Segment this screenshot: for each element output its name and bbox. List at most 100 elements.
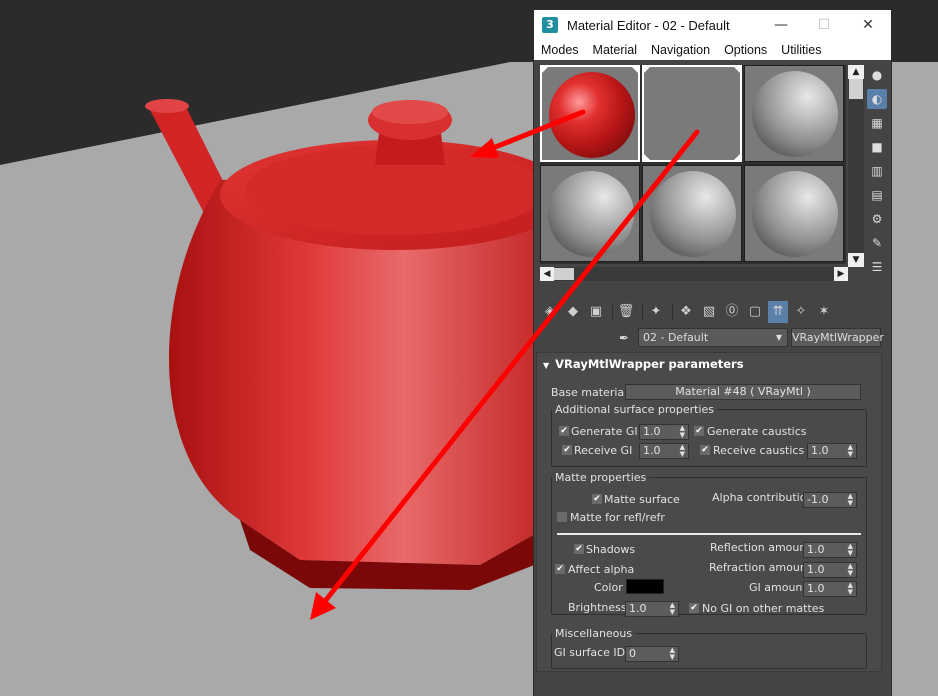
generate-gi-checkbox[interactable]: ✔ [559, 426, 569, 436]
sample-slot-2[interactable] [642, 65, 742, 162]
material-editor-window[interactable]: 3 Material Editor - 02 - Default — ☐ ✕ M… [533, 9, 892, 696]
menu-utilities[interactable]: Utilities [781, 43, 821, 57]
scroll-left-icon[interactable]: ◀ [540, 267, 554, 281]
slot-corner-icon [632, 67, 638, 73]
menu-options[interactable]: Options [724, 43, 767, 57]
matte-refl-checkbox[interactable] [557, 512, 567, 522]
alpha-contribution-spinner[interactable]: -1.0 ▲ ▼ [803, 492, 857, 508]
sample-uv-tiling-icon[interactable]: ■ [867, 137, 887, 157]
matte-surface-checkbox[interactable]: ✔ [592, 494, 602, 504]
title-bar[interactable]: 3 Material Editor - 02 - Default — ☐ ✕ [534, 10, 891, 40]
sample-sphere-red [549, 72, 635, 158]
gi-surface-id-spinner[interactable]: 0 ▲ ▼ [625, 646, 679, 662]
base-material-button[interactable]: Material #48 ( VRayMtl ) [625, 384, 861, 400]
delete-icon[interactable]: 🗑 [616, 301, 636, 323]
eyedropper-icon[interactable]: ✒ [616, 330, 632, 346]
slot-corner-icon [734, 154, 740, 160]
color-label: Color [594, 581, 623, 594]
spinner-arrows-icon: ▲ ▼ [679, 443, 685, 458]
slots-vertical-scrollbar[interactable]: ▲ ▼ [848, 65, 864, 267]
sample-slots [540, 65, 846, 264]
options-icon[interactable]: ⚙ [867, 209, 887, 229]
maximize-button[interactable]: ☐ [802, 10, 846, 40]
material-id-channel-icon[interactable]: ⓪ [722, 301, 742, 323]
scroll-down-icon[interactable]: ▼ [848, 253, 864, 267]
go-forward-sibling-icon[interactable]: ✶ [814, 301, 834, 323]
matte-color-swatch[interactable] [626, 579, 664, 594]
assign-material-icon[interactable]: ▣ [586, 301, 606, 323]
slots-horizontal-scrollbar[interactable]: ◀ ▶ [540, 267, 848, 281]
brightness-spinner[interactable]: 1.0 ▲ ▼ [625, 601, 679, 617]
video-color-check-icon[interactable]: ▥ [867, 161, 887, 181]
select-by-material-icon[interactable]: ✎ [867, 233, 887, 253]
receive-gi-label: Receive GI [574, 444, 633, 457]
toolbar-separator [642, 303, 643, 321]
material-map-navigator-icon[interactable]: ☰ [867, 257, 887, 277]
refraction-amount-spinner[interactable]: 1.0 ▲ ▼ [803, 562, 857, 578]
menu-navigation[interactable]: Navigation [651, 43, 710, 57]
slot-corner-icon [644, 154, 650, 160]
scroll-up-icon[interactable]: ▲ [848, 65, 864, 79]
menu-modes[interactable]: Modes [541, 43, 579, 57]
show-shaded-icon[interactable]: ▢ [745, 301, 765, 323]
make-preview-icon[interactable]: ▤ [867, 185, 887, 205]
menu-material[interactable]: Material [593, 43, 637, 57]
put-material-icon[interactable]: ◆ [563, 301, 583, 323]
sample-slot-5[interactable] [642, 165, 742, 262]
matte-divider [557, 533, 861, 535]
generate-gi-spinner[interactable]: 1.0 ▲ ▼ [639, 424, 689, 440]
make-unique-icon[interactable]: ✦ [646, 301, 666, 323]
receive-gi-checkbox[interactable]: ✔ [562, 445, 572, 455]
sample-slot-4[interactable] [540, 165, 640, 262]
generate-caustics-checkbox[interactable]: ✔ [694, 426, 704, 436]
go-to-parent-icon[interactable]: ✧ [791, 301, 811, 323]
toolbar-separator [672, 303, 673, 321]
sample-slot-6[interactable] [744, 165, 844, 262]
background-checker-icon[interactable]: ▦ [867, 113, 887, 133]
base-material-label: Base material: [551, 386, 631, 399]
receive-caustics-spinner[interactable]: 1.0 ▲ ▼ [807, 443, 857, 459]
gi-amount-label: GI amount [749, 581, 807, 594]
material-type-button[interactable]: VRayMtlWrapper [791, 328, 884, 347]
close-button[interactable]: ✕ [846, 10, 890, 40]
refraction-amount-label: Refraction amount [709, 561, 812, 574]
get-material-icon[interactable]: ◈ [540, 301, 560, 323]
receive-gi-spinner[interactable]: 1.0 ▲ ▼ [639, 443, 689, 459]
spinner-arrows-icon: ▲ ▼ [847, 562, 853, 577]
gi-amount-spinner[interactable]: 1.0 ▲ ▼ [803, 581, 857, 597]
scroll-thumb[interactable] [849, 79, 863, 99]
chevron-down-icon: ▼ [775, 333, 782, 342]
sample-sphere-gray [752, 171, 838, 257]
receive-caustics-checkbox[interactable]: ✔ [700, 445, 710, 455]
material-name-dropdown[interactable]: 02 - Default ▼ [638, 328, 788, 347]
reflection-amount-spinner[interactable]: 1.0 ▲ ▼ [803, 542, 857, 558]
sample-slot-3[interactable] [744, 65, 844, 162]
toolbar-separator [612, 303, 613, 321]
rollout-title: VRayMtlWrapper parameters [555, 357, 744, 371]
shadows-checkbox[interactable]: ✔ [574, 544, 584, 554]
slot-corner-icon [644, 67, 650, 73]
spinner-arrows-icon: ▲ ▼ [847, 581, 853, 596]
sample-type-icon[interactable]: ● [867, 65, 887, 85]
receive-caustics-label: Receive caustics [713, 444, 805, 457]
alpha-contribution-label: Alpha contribution [712, 491, 814, 504]
vraymtlwrapper-rollout: ▼ VRayMtlWrapper parameters Base material… [536, 352, 882, 672]
matte-surface-label: Matte surface [604, 493, 680, 506]
scroll-right-icon[interactable]: ▶ [834, 267, 848, 281]
app-3dsmax-icon: 3 [542, 17, 558, 33]
sample-slot-1[interactable] [540, 65, 640, 162]
generate-gi-label: Generate GI [571, 425, 638, 438]
affect-alpha-checkbox[interactable]: ✔ [555, 564, 565, 574]
window-title: Material Editor - 02 - Default [567, 17, 730, 33]
rollout-header[interactable]: ▼ VRayMtlWrapper parameters [537, 353, 881, 375]
no-gi-checkbox[interactable]: ✔ [689, 603, 699, 613]
spinner-arrows-icon: ▲ ▼ [847, 542, 853, 557]
spinner-arrows-icon: ▲ ▼ [679, 424, 685, 439]
reflection-amount-label: Reflection amount [710, 541, 811, 554]
scroll-thumb[interactable] [554, 268, 574, 280]
minimize-button[interactable]: — [759, 10, 803, 40]
save-icon[interactable]: ▧ [699, 301, 719, 323]
put-to-library-icon[interactable]: ❖ [676, 301, 696, 323]
backlight-icon[interactable]: ◐ [867, 89, 887, 109]
show-end-result-icon[interactable]: ⇈ [768, 301, 788, 323]
